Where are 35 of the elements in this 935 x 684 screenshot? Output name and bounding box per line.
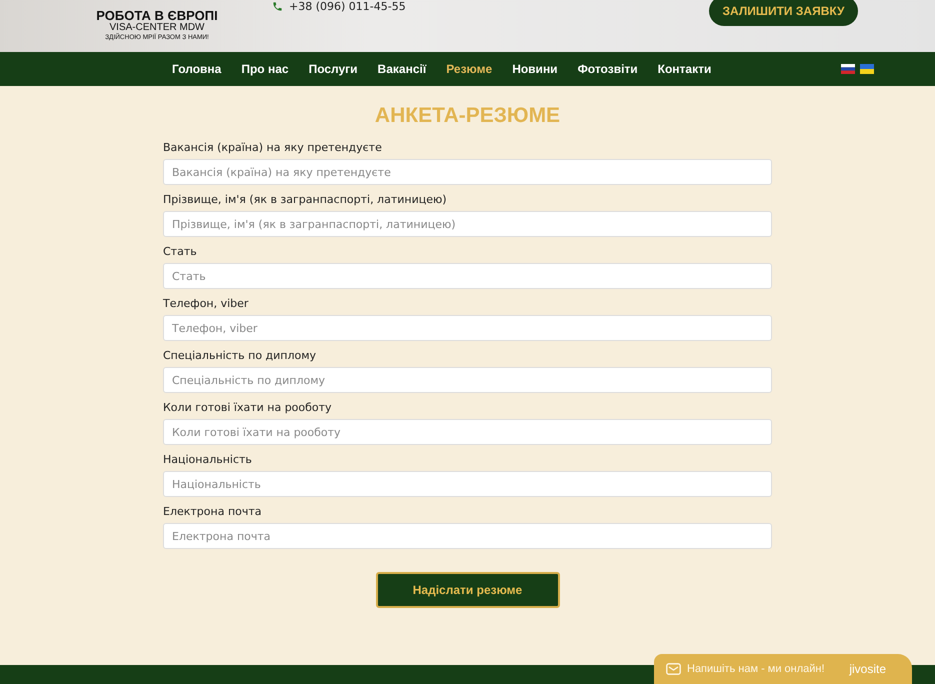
- field-label: Стать: [163, 244, 198, 260]
- input-field[interactable]: Вакансія (країна) на яку претендуєте: [163, 159, 772, 185]
- nav-link[interactable]: Головна: [162, 62, 232, 76]
- field-label: Національність: [163, 452, 253, 468]
- input-field[interactable]: Коли готові їхати на рооботу: [163, 419, 772, 445]
- form-title: АНКЕТА-РЕЗЮМЕ: [374, 104, 560, 128]
- request-button[interactable]: ЗАЛИШИТИ ЗАЯВКУ: [709, 0, 858, 26]
- nav-link[interactable]: Фотозвіти: [568, 62, 648, 76]
- submit-button[interactable]: Надіслати резюме: [376, 572, 560, 608]
- input-field[interactable]: Прізвище, ім'я (як в загранпаспорті, латиницею): [163, 211, 772, 237]
- phone-icon: [272, 1, 283, 12]
- chat-brand: jivosite: [849, 662, 886, 676]
- flag-icon[interactable]: [841, 64, 855, 74]
- mail-icon: [666, 663, 681, 675]
- logo-title: РОБОТА В ЄВРОПІ: [96, 9, 218, 22]
- chat-text: Напишіть нам - ми онлайн!: [687, 663, 825, 675]
- phone-number: +38 (096) 011-45-55: [289, 0, 406, 13]
- field-label: Прізвище, ім'я (як в загранпаспорті, латиницею): [163, 192, 448, 208]
- input-field[interactable]: Телефон, viber: [163, 315, 772, 341]
- nav-link[interactable]: Послуги: [298, 62, 368, 76]
- field-label: Вакансія (країна) на яку претендуєте: [163, 140, 383, 156]
- input-field[interactable]: Електрона почта: [163, 523, 772, 549]
- nav-link[interactable]: Резюме: [436, 62, 502, 76]
- nav-link[interactable]: Контакти: [648, 62, 722, 76]
- logo-subtitle: VISA-CENTER MDW: [110, 23, 204, 33]
- nav-link[interactable]: Про нас: [231, 62, 299, 76]
- field-label: Телефон, viber: [163, 296, 250, 312]
- input-field[interactable]: Національність: [163, 471, 772, 497]
- nav-link[interactable]: Новини: [502, 62, 568, 76]
- field-label: Спеціальність по диплому: [163, 348, 318, 364]
- nav-link[interactable]: Вакансії: [368, 62, 436, 76]
- input-field[interactable]: Стать: [163, 263, 772, 289]
- input-field[interactable]: Спеціальність по диплому: [163, 367, 772, 393]
- field-label: Коли готові їхати на рооботу: [163, 400, 333, 416]
- field-label: Електрона почта: [163, 504, 263, 520]
